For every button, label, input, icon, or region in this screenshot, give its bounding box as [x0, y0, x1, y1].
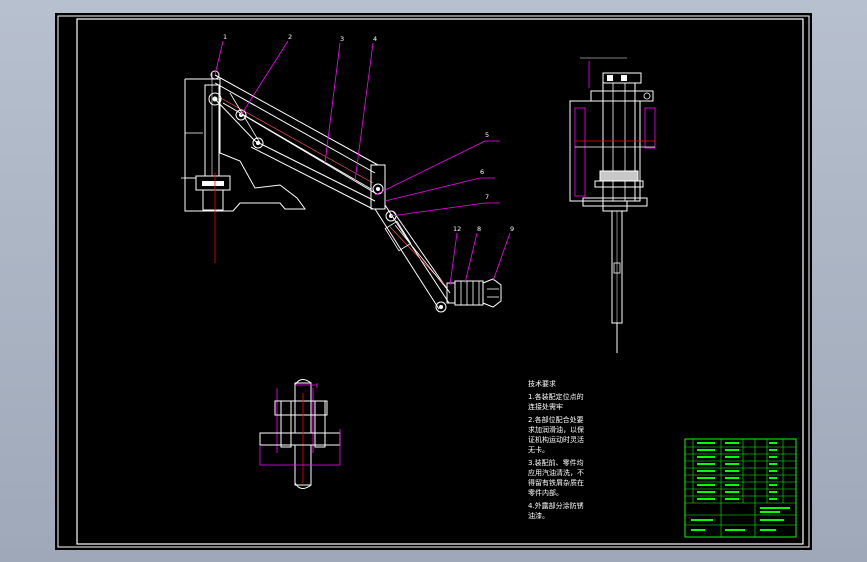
svg-text:9: 9 [510, 225, 514, 233]
title-block [684, 438, 797, 538]
notes-line: 油漆。 [528, 511, 549, 520]
svg-text:12: 12 [453, 225, 461, 233]
notes-line: 求加润滑油，以保 [528, 425, 584, 434]
svg-text:6: 6 [480, 168, 484, 176]
gripper-jaws [482, 278, 502, 308]
svg-text:4: 4 [373, 35, 377, 43]
notes-title: 技术要求 [528, 379, 556, 388]
gripper-mount [446, 282, 456, 304]
side-view [569, 57, 656, 353]
notes-line: 无卡。 [528, 445, 549, 454]
notes-line: 证机构运动时灵活 [528, 435, 584, 444]
svg-text:3: 3 [340, 35, 344, 43]
svg-text:8: 8 [477, 225, 481, 233]
notes-line: 应用汽油清洗，不 [528, 468, 584, 477]
inner-border [76, 18, 804, 545]
svg-text:1: 1 [223, 33, 227, 41]
detail-view [259, 379, 341, 489]
side-frame [569, 100, 641, 202]
drawing-sheet[interactable]: 1 2 3 4 5 6 7 12 8 9 技术要求 1.各装配定位点的 连接处需… [55, 13, 812, 550]
main-arm-view [181, 70, 502, 313]
svg-text:2: 2 [288, 33, 292, 41]
leader-lines [214, 40, 511, 286]
notes-line: 4.外露部分涂防锈 [528, 501, 584, 510]
drawing-canvas[interactable]: 1 2 3 4 5 6 7 12 8 9 技术要求 1.各装配定位点的 连接处需… [55, 13, 812, 550]
notes-line: 1.各装配定位点的 [528, 392, 584, 401]
notes-line: 连接处需牢 [528, 402, 563, 411]
outer-border [57, 15, 810, 548]
notes-line: 零件内部。 [528, 488, 563, 497]
notes-line: 得留有铁屑杂质在 [528, 478, 584, 487]
technical-notes: 技术要求 1.各装配定位点的 连接处需牢 2.各部位配合处要 求加润滑油，以保 … [528, 379, 584, 520]
notes-line: 2.各部位配合处要 [528, 415, 584, 424]
svg-text:5: 5 [485, 131, 489, 139]
notes-line: 3.装配前、零件均 [528, 458, 584, 467]
cad-viewport: 1 2 3 4 5 6 7 12 8 9 技术要求 1.各装配定位点的 连接处需… [0, 0, 867, 562]
side-flange [599, 170, 639, 182]
svg-text:7: 7 [485, 193, 489, 201]
